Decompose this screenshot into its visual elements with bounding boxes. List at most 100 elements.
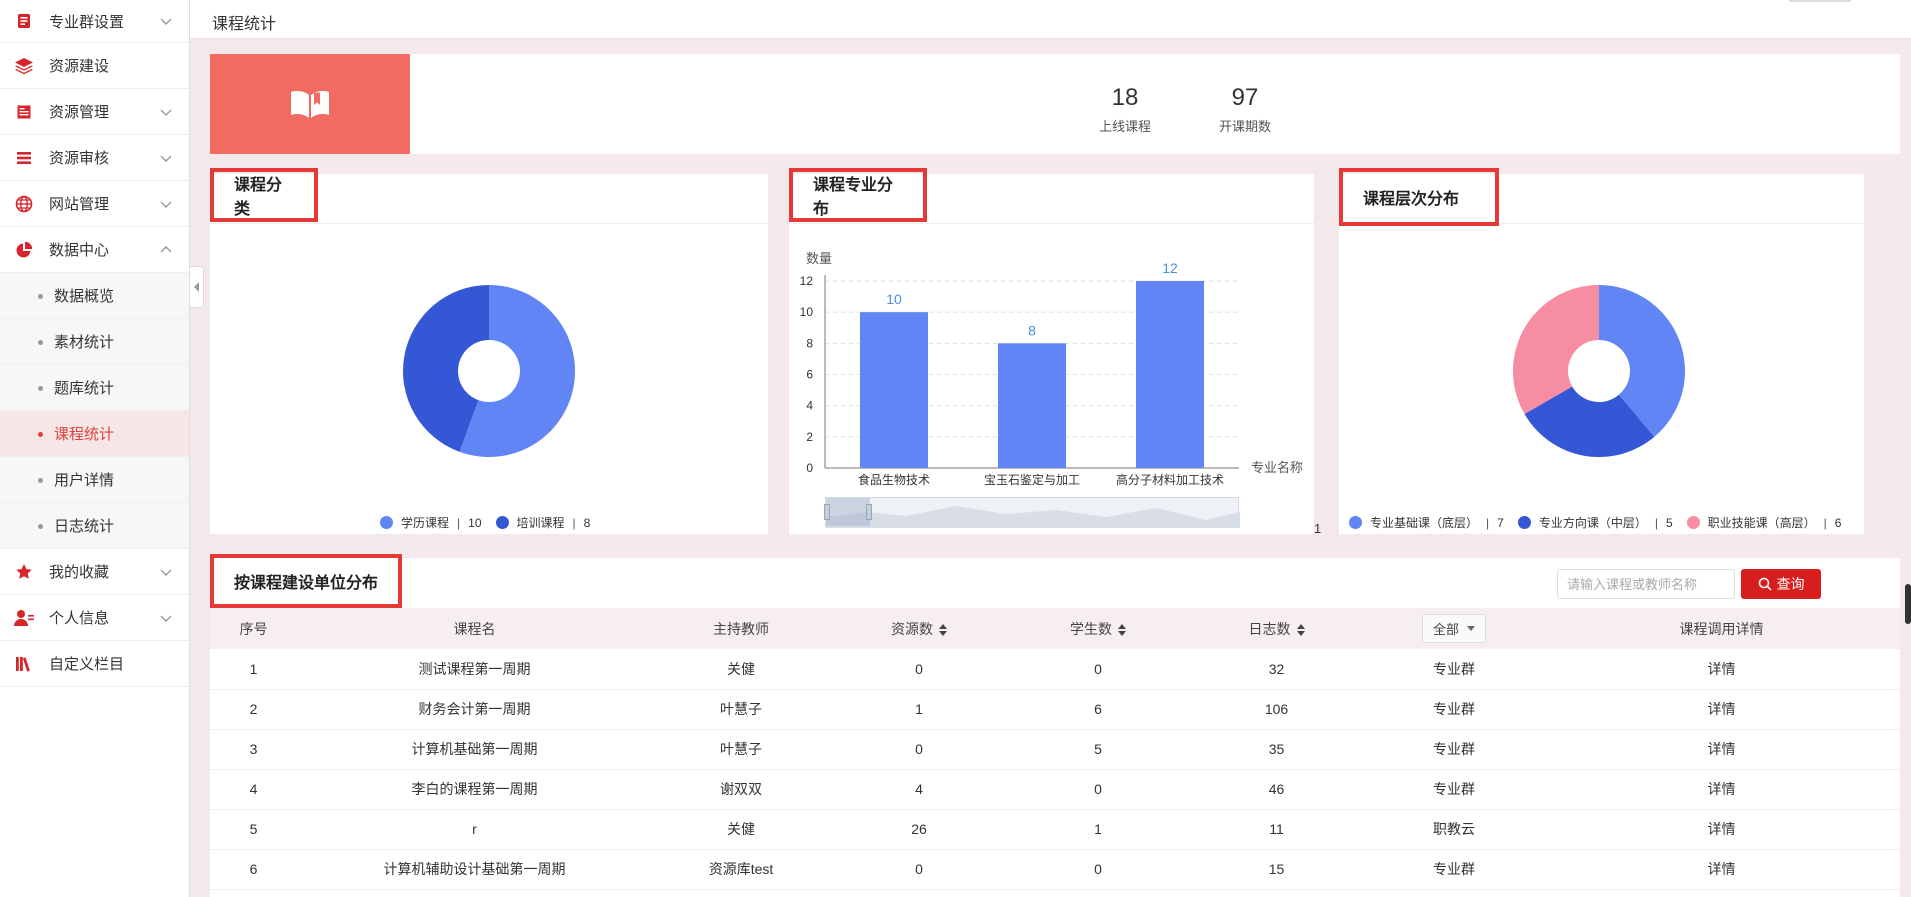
pie-legend: 专业基础课（底层） | 7 专业方向课（中层） | 5 职业技能课（高层） | … bbox=[1349, 514, 1855, 531]
stat-online-courses: 18 上线课程 bbox=[1085, 86, 1165, 135]
legend-count: 7 bbox=[1497, 515, 1504, 530]
data-zoom-window[interactable] bbox=[826, 498, 870, 526]
col-students[interactable]: 学生数 bbox=[1008, 608, 1188, 649]
bullet-dot bbox=[38, 339, 43, 345]
x-tick-label: 高分子材料加工技术 bbox=[1116, 472, 1224, 487]
sidebar-subitem-log-stats[interactable]: 日志统计 bbox=[0, 503, 189, 549]
sidebar-subitem-user-details[interactable]: 用户详情 bbox=[0, 457, 189, 503]
cell-course-name: 财务会计第一周期 bbox=[418, 701, 531, 717]
sidebar-subitem-material-stats[interactable]: 素材统计 bbox=[0, 319, 189, 365]
sidebar-subitem-label: 课程统计 bbox=[54, 426, 115, 443]
pie-legend: 学历课程 | 10 培训课程 | 8 bbox=[380, 514, 604, 531]
sidebar-item-group-settings[interactable]: 专业群设置 bbox=[0, 0, 189, 43]
sidebar-subitem-label: 日志统计 bbox=[54, 518, 115, 535]
legend-label: 专业方向课（中层） bbox=[1538, 516, 1647, 530]
cell-logs: 35 bbox=[1268, 741, 1285, 757]
sidebar-item-label: 数据中心 bbox=[49, 242, 110, 259]
stats-banner: 18 上线课程 97 开课期数 bbox=[210, 54, 1900, 154]
card-title: 课程分类 bbox=[210, 168, 318, 222]
bar[interactable] bbox=[1136, 281, 1204, 468]
cell-teacher: 资源库test bbox=[708, 861, 774, 877]
legend-separator: | bbox=[1486, 515, 1490, 530]
list-icon bbox=[14, 11, 34, 31]
sidebar-item-label: 网站管理 bbox=[49, 196, 110, 213]
y-tick-label: 10 bbox=[800, 305, 814, 319]
sidebar-item-custom-column[interactable]: 自定义栏目 bbox=[0, 641, 189, 687]
card-title: 课程层次分布 bbox=[1339, 168, 1499, 226]
caret-down-icon bbox=[1467, 626, 1475, 631]
cell-source: 专业群 bbox=[1433, 701, 1475, 717]
legend-swatch bbox=[495, 516, 509, 529]
bar-value-label: 10 bbox=[886, 291, 902, 307]
page-scrollbar-thumb[interactable] bbox=[1905, 584, 1911, 624]
data-zoom-handle-left[interactable] bbox=[824, 504, 830, 520]
bullet-dot bbox=[38, 385, 43, 391]
bar[interactable] bbox=[860, 312, 928, 468]
sidebar-subitem-overview[interactable]: 数据概览 bbox=[0, 273, 189, 319]
cell-logs: 11 bbox=[1269, 821, 1284, 837]
sort-icon[interactable] bbox=[1296, 623, 1305, 636]
data-zoom-handle-right[interactable] bbox=[866, 504, 872, 520]
pie-slice[interactable] bbox=[1513, 285, 1599, 414]
sidebar-item-site-manage[interactable]: 网站管理 bbox=[0, 181, 189, 227]
detail-link[interactable]: 详情 bbox=[1543, 689, 1900, 729]
sidebar-collapse-toggle[interactable] bbox=[190, 266, 204, 308]
detail-link[interactable]: 详情 bbox=[1543, 729, 1900, 769]
detail-link[interactable]: 详情 bbox=[1543, 849, 1900, 889]
cell-course-name: r bbox=[472, 821, 477, 837]
books-icon bbox=[14, 654, 34, 674]
detail-link[interactable]: 详情 bbox=[1543, 649, 1900, 689]
bar[interactable] bbox=[998, 343, 1066, 468]
chevron-down-icon bbox=[160, 109, 172, 116]
chevron-up-icon bbox=[160, 245, 172, 252]
data-zoom-slider[interactable] bbox=[824, 497, 1240, 528]
course-major-card: 课程专业分布 数量 0 2 4 6 8 10 12 专业名称 10 食品生物技术 8 宝玉石鉴定与加工 1… bbox=[789, 168, 1321, 536]
stats-icon-box bbox=[210, 54, 410, 154]
y-tick-label: 0 bbox=[806, 461, 813, 475]
detail-link[interactable]: 详情 bbox=[1543, 769, 1900, 809]
col-resources[interactable]: 资源数 bbox=[830, 608, 1008, 649]
sidebar-item-label: 我的收藏 bbox=[49, 564, 110, 581]
sort-icon[interactable] bbox=[1118, 623, 1126, 636]
cell-source: 专业群 bbox=[1433, 861, 1475, 877]
sidebar-subitem-label: 素材统计 bbox=[54, 334, 115, 351]
col-index: 序号 bbox=[239, 620, 268, 637]
cell-teacher: 谢双双 bbox=[720, 781, 762, 797]
table-row: 3 计算机基础第一周期 叶慧子 0 5 35 专业群 详情 bbox=[210, 729, 1900, 769]
sidebar-item-personal-info[interactable]: 个人信息 bbox=[0, 595, 189, 641]
search-input[interactable] bbox=[1557, 569, 1735, 599]
table-row: 6 计算机辅助设计基础第一周期 资源库test 0 0 15 专业群 详情 bbox=[210, 849, 1900, 889]
page-indicator: 1 bbox=[1314, 521, 1322, 536]
search-button[interactable]: 查询 bbox=[1741, 569, 1821, 599]
header-bar: 课程统计 bbox=[190, 0, 1911, 39]
sidebar-item-favorites[interactable]: 我的收藏 bbox=[0, 549, 189, 595]
search-button-label: 查询 bbox=[1776, 576, 1805, 592]
sidebar-subitem-question-stats[interactable]: 题库统计 bbox=[0, 365, 189, 411]
user-icon bbox=[14, 608, 34, 628]
y-tick-label: 6 bbox=[806, 368, 813, 382]
chevron-down-icon bbox=[160, 569, 172, 576]
x-axis-label: 专业名称 bbox=[1251, 460, 1303, 475]
sidebar-item-data-center[interactable]: 数据中心 bbox=[0, 227, 189, 273]
sidebar-item-resource-review[interactable]: 资源审核 bbox=[0, 135, 189, 181]
table-header-row: 序号 课程名 主持教师 资源数 学生数 日志数 全部 课程调用详情 bbox=[210, 608, 1900, 649]
cell-logs: 15 bbox=[1268, 861, 1285, 877]
col-teacher: 主持教师 bbox=[713, 620, 769, 637]
stat-value: 18 bbox=[1111, 84, 1139, 111]
detail-link[interactable]: 详情 bbox=[1543, 809, 1900, 849]
cell-resources: 1 bbox=[915, 701, 923, 717]
sidebar-item-resource-build[interactable]: 资源建设 bbox=[0, 43, 189, 89]
stat-label: 上线课程 bbox=[1098, 119, 1151, 134]
table-row: 1 测试课程第一周期 关健 0 0 32 专业群 详情 bbox=[210, 649, 1900, 689]
col-detail: 课程调用详情 bbox=[1679, 620, 1764, 637]
col-logs[interactable]: 日志数 bbox=[1188, 608, 1365, 649]
star-icon bbox=[14, 562, 34, 582]
source-filter-select[interactable]: 全部 bbox=[1421, 614, 1486, 643]
legend-label: 职业技能课（高层） bbox=[1707, 516, 1816, 530]
sidebar-subitem-course-stats[interactable]: 课程统计 bbox=[0, 411, 189, 457]
chevron-down-icon bbox=[160, 201, 172, 208]
x-tick-label: 宝玉石鉴定与加工 bbox=[984, 472, 1080, 487]
sidebar-item-resource-manage[interactable]: 资源管理 bbox=[0, 89, 189, 135]
sort-icon[interactable] bbox=[939, 623, 947, 636]
chevron-down-icon bbox=[160, 18, 172, 25]
